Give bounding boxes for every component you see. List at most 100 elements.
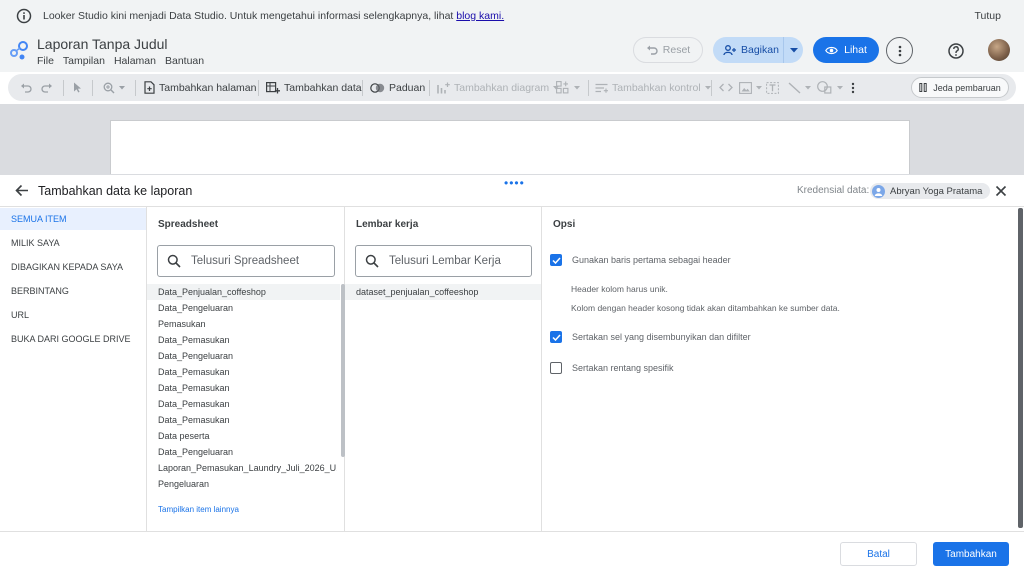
spreadsheet-search-input[interactable]: Telusuri Spreadsheet: [157, 245, 335, 277]
add-data-button[interactable]: Tambahkan data: [266, 74, 362, 101]
add-chart-button[interactable]: Tambahkan diagram: [437, 74, 560, 101]
share-dropdown-button[interactable]: [784, 47, 803, 53]
image-button[interactable]: [739, 74, 762, 101]
nav-open-from-drive[interactable]: BUKA DARI GOOGLE DRIVE: [0, 328, 146, 350]
spreadsheet-list-item[interactable]: Data_Pengeluaran: [147, 444, 337, 460]
select-tool-button[interactable]: [73, 74, 82, 101]
cursor-icon: [74, 82, 81, 93]
add-page-button[interactable]: Tambahkan halaman: [144, 74, 256, 101]
caret-down-icon: [704, 85, 711, 89]
hidden-cells-option[interactable]: Sertakan sel yang disembunyikan dan difi…: [550, 331, 751, 343]
spreadsheet-list-item[interactable]: Data_Pengeluaran: [147, 348, 337, 364]
caret-down-icon: [805, 85, 811, 89]
spreadsheet-list-item[interactable]: Data_Pemasukan: [147, 364, 337, 380]
nav-starred[interactable]: BERBINTANG: [0, 280, 146, 302]
checkbox-checked[interactable]: [550, 331, 562, 343]
menu-page[interactable]: Halaman: [114, 55, 156, 67]
embed-code-button[interactable]: [719, 74, 733, 101]
specific-range-option[interactable]: Sertakan rentang spesifik: [550, 362, 674, 374]
add-button[interactable]: Tambahkan: [933, 542, 1009, 566]
nav-owned-by-me[interactable]: MILIK SAYA: [0, 232, 146, 254]
worksheet-search-input[interactable]: Telusuri Lembar Kerja: [355, 245, 532, 277]
help-icon[interactable]: [946, 41, 966, 61]
blog-link[interactable]: blog kami.: [456, 10, 504, 22]
check-icon: [551, 256, 561, 264]
more-options-button[interactable]: [886, 37, 913, 64]
spreadsheet-list-item[interactable]: Data_Pemasukan: [147, 380, 337, 396]
spreadsheet-list-item[interactable]: Laporan_Pemasukan_Laundry_Juli_2026_U...: [147, 460, 337, 476]
panel-scrollbar[interactable]: [1018, 208, 1023, 528]
panel-header: Tambahkan data ke laporan •••• Kredensia…: [0, 175, 1024, 207]
add-data-icon: [266, 81, 280, 93]
notice-close-button[interactable]: Tutup: [975, 10, 1001, 22]
menu-bar: File Tampilan Halaman Bantuan: [37, 55, 204, 67]
spreadsheet-list-item[interactable]: Pemasukan: [147, 316, 337, 332]
credential-label: Kredensial data:: [797, 185, 870, 196]
spreadsheet-list-item[interactable]: Data_Pemasukan: [147, 412, 337, 428]
options-heading: Opsi: [553, 219, 576, 230]
checkbox-unchecked[interactable]: [550, 362, 562, 374]
close-icon[interactable]: [995, 185, 1007, 197]
user-icon: [872, 184, 885, 198]
shapes-icon: [817, 81, 832, 94]
source-nav: SEMUA ITEM MILIK SAYA DIBAGIKAN KEPADA S…: [0, 207, 147, 531]
apps-add-icon: [556, 81, 569, 94]
redo-button[interactable]: [41, 74, 53, 101]
spreadsheet-list-item[interactable]: Data_Pemasukan: [147, 396, 337, 412]
panel-title: Tambahkan data ke laporan: [38, 184, 193, 198]
caret-down-icon: [837, 85, 843, 89]
option-note: Kolom dengan header kosong tidak akan di…: [571, 303, 840, 313]
nav-all-items[interactable]: SEMUA ITEM: [0, 208, 146, 230]
menu-help[interactable]: Bantuan: [165, 55, 204, 67]
add-chart-icon: [437, 82, 450, 93]
toolbar-more-button[interactable]: [851, 74, 855, 101]
cancel-button[interactable]: Batal: [840, 542, 917, 566]
report-title[interactable]: Laporan Tanpa Judul: [37, 36, 168, 52]
header-row-option[interactable]: Gunakan baris pertama sebagai header: [550, 254, 731, 266]
zoom-button[interactable]: [103, 74, 125, 101]
back-arrow-icon[interactable]: [15, 184, 29, 197]
data-studio-logo-icon: [10, 41, 28, 60]
spreadsheet-list-item[interactable]: Data peserta: [147, 428, 337, 444]
add-data-panel: Tambahkan data ke laporan •••• Kredensia…: [0, 174, 1024, 576]
caret-down-icon: [789, 47, 798, 52]
nav-shared-with-me[interactable]: DIBAGIKAN KEPADA SAYA: [0, 256, 146, 278]
image-icon: [739, 81, 752, 94]
more-vert-icon: [851, 82, 855, 93]
show-more-items-link[interactable]: Tampilkan item lainnya: [158, 505, 239, 514]
add-control-button[interactable]: Tambahkan kontrol: [595, 74, 711, 101]
share-button[interactable]: Bagikan: [713, 37, 803, 63]
spreadsheet-list-item[interactable]: Pengeluaran: [147, 476, 337, 492]
view-button[interactable]: Lihat: [813, 37, 879, 63]
undo-icon: [646, 45, 658, 55]
nav-url[interactable]: URL: [0, 304, 146, 326]
spreadsheet-list-item[interactable]: Data_Pemasukan: [147, 332, 337, 348]
caret-down-icon: [756, 85, 762, 89]
option-note: Header kolom harus unik.: [571, 284, 668, 294]
blend-button[interactable]: Paduan: [370, 74, 425, 101]
resize-handle-icon[interactable]: ••••: [504, 176, 525, 190]
reset-button[interactable]: Reset: [633, 37, 703, 63]
user-avatar[interactable]: [988, 39, 1010, 61]
credential-chip[interactable]: Abryan Yoga Pratama: [870, 183, 991, 199]
filter-control-icon: [595, 83, 608, 93]
worksheet-heading: Lembar kerja: [356, 219, 419, 230]
worksheet-column: Lembar kerja Telusuri Lembar Kerja datas…: [345, 207, 542, 531]
add-person-icon: [723, 44, 736, 55]
menu-file[interactable]: File: [37, 55, 54, 67]
line-icon: [788, 81, 801, 94]
checkbox-checked[interactable]: [550, 254, 562, 266]
worksheet-list-item[interactable]: dataset_penjualan_coffeeshop: [345, 284, 541, 300]
caret-down-icon: [119, 85, 125, 89]
line-button[interactable]: [788, 74, 811, 101]
community-viz-button[interactable]: [556, 74, 580, 101]
shape-button[interactable]: [817, 74, 843, 101]
pause-updates-button[interactable]: Jeda pembaruan: [911, 77, 1009, 98]
text-button[interactable]: [766, 74, 779, 101]
report-canvas-page[interactable]: [110, 120, 910, 180]
spreadsheet-list-item[interactable]: Data_Penjualan_coffeshop: [147, 284, 340, 300]
menu-view[interactable]: Tampilan: [63, 55, 105, 67]
undo-button[interactable]: [20, 74, 32, 101]
spreadsheet-list-item[interactable]: Data_Pengeluaran: [147, 300, 337, 316]
notice-message: Looker Studio kini menjadi Data Studio. …: [43, 10, 505, 22]
